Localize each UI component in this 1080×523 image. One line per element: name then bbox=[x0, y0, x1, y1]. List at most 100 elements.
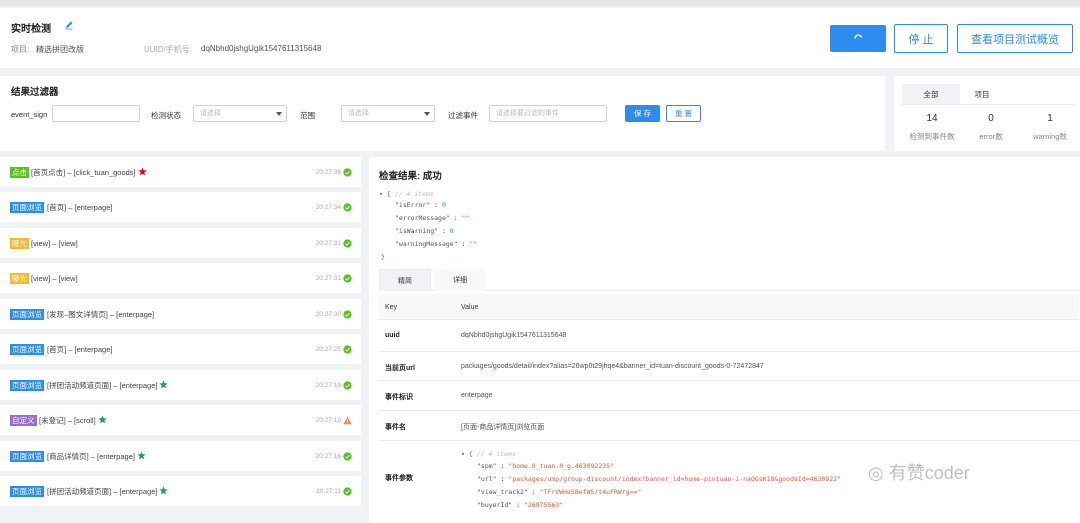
wechat-icon: ◎ bbox=[868, 463, 884, 483]
filter-event-select[interactable]: 请选择要过滤的事件 bbox=[489, 105, 607, 122]
event-name: [view] – [view] bbox=[31, 239, 78, 248]
tab-project[interactable]: 项目 bbox=[954, 84, 1010, 104]
filter-event-placeholder: 请选择要过滤的事件 bbox=[496, 110, 559, 117]
success-check-icon bbox=[343, 274, 352, 283]
uuid-label: UUID/手机号: bbox=[144, 45, 192, 54]
tab-detailed[interactable]: 详细 bbox=[435, 269, 485, 291]
event-time: 20:27:16 bbox=[315, 453, 341, 460]
green-star-icon bbox=[137, 451, 146, 462]
event-name: [首页] – [enterpage] bbox=[47, 203, 113, 212]
table-header-key: Key bbox=[385, 304, 398, 311]
event-name: [首页点击] – [click_tuan_goods] bbox=[31, 168, 136, 177]
event-sign-input[interactable] bbox=[52, 105, 140, 122]
table-row: 事件名 [页面-商品详情页]浏览页面 bbox=[379, 411, 1079, 441]
filter-panel: 结果过滤器 event_sign 检测状态 请选择 范围 请选择 过滤事件 请选… bbox=[0, 76, 885, 151]
event-name: [商品详情页] – [enterpage] bbox=[47, 452, 135, 461]
range-label: 范围 bbox=[300, 111, 315, 120]
stats-panel: 全部 项目 14 0 1 检测到事件数 error数 warning数 bbox=[894, 76, 1080, 151]
event-time: 20:27:11 bbox=[316, 488, 341, 495]
event-list-item[interactable]: 页面浏览 [首页] – [enterpage] 20:27:25 bbox=[0, 334, 361, 364]
event-list-item[interactable]: 页面浏览 [首页] – [enterpage] 20:27:34 bbox=[0, 192, 361, 222]
watermark-text: 有赞coder bbox=[888, 463, 970, 483]
success-check-icon bbox=[343, 345, 352, 354]
tab-all[interactable]: 全部 bbox=[902, 84, 960, 104]
json-open[interactable]: ▾ { // 4 items bbox=[379, 190, 434, 198]
table-row: 当前页url packages/goods/detail/index?alias… bbox=[379, 352, 1079, 381]
success-check-icon bbox=[343, 310, 352, 319]
reset-button[interactable]: 重 置 bbox=[666, 105, 701, 122]
row-key: uuid bbox=[385, 332, 400, 339]
json-close: } bbox=[381, 253, 385, 261]
event-time: 20:27:36 bbox=[315, 169, 341, 176]
tab-brief[interactable]: 精简 bbox=[379, 269, 431, 291]
row-value: packages/goods/detail/index?alias=26wp0t… bbox=[461, 363, 764, 370]
event-list-item[interactable]: 曝光 [view] – [view] 20:27:31 bbox=[0, 263, 361, 293]
param-field: "buyerId" : "26975563" bbox=[477, 501, 564, 509]
event-type-tag: 曝光 bbox=[10, 273, 29, 284]
params-open[interactable]: ▾ { // 4 items bbox=[461, 450, 516, 458]
success-check-icon bbox=[343, 452, 352, 461]
json-field: "errorMessage" : "" bbox=[395, 214, 470, 222]
event-type-tag: 页面浏览 bbox=[10, 380, 44, 391]
range-select[interactable]: 请选择 bbox=[341, 105, 435, 122]
warning-icon bbox=[343, 416, 352, 425]
events-count-label: 检测到事件数 bbox=[909, 132, 955, 141]
error-count-label: error数 bbox=[979, 132, 1003, 141]
stop-button[interactable]: 停 止 bbox=[894, 24, 948, 53]
warning-count-label: warning数 bbox=[1033, 132, 1067, 141]
row-key: 事件参数 bbox=[385, 475, 413, 482]
param-field: "spm" : "home.0_tuan.0_g.463092235" bbox=[477, 462, 614, 470]
events-count: 14 bbox=[926, 113, 938, 124]
table-row: 事件参数 ▾ { // 4 items "spm" : "home.0_tuan… bbox=[379, 441, 1079, 521]
table-row: 事件标识 enterpage bbox=[379, 381, 1079, 411]
filter-event-label: 过滤事件 bbox=[448, 111, 478, 120]
event-time: 20:27:30 bbox=[315, 311, 341, 318]
tab-divider bbox=[902, 104, 1074, 105]
event-list-item[interactable]: 页面浏览 [拼团活动频道页面] – [enterpage] 20:27:11 bbox=[0, 476, 361, 506]
status-select[interactable]: 请选择 bbox=[193, 105, 287, 122]
top-strip bbox=[0, 0, 1080, 6]
event-list-item[interactable]: 自定义 [未登记] – [scroll] 20:27:18 bbox=[0, 405, 361, 435]
event-time: 20:27:18 bbox=[315, 417, 341, 424]
save-button[interactable]: 保 存 bbox=[625, 105, 660, 122]
event-time: 20:27:34 bbox=[315, 204, 341, 211]
warning-count: 1 bbox=[1047, 113, 1053, 124]
event-name: [未登记] – [scroll] bbox=[39, 416, 96, 425]
edit-icon[interactable] bbox=[64, 20, 74, 30]
event-list-item[interactable]: 页面浏览 [拼团活动频道页面] – [enterpage] 20:27:19 bbox=[0, 370, 361, 400]
project-overview-button[interactable]: 查看项目测试概览 bbox=[957, 24, 1073, 53]
event-list-item[interactable]: 曝光 [view] – [view] 20:27:31 bbox=[0, 228, 361, 258]
event-type-tag: 自定义 bbox=[10, 415, 37, 426]
event-name: [拼团活动频道页面] – [enterpage] bbox=[47, 381, 158, 390]
status-placeholder: 请选择 bbox=[200, 110, 221, 117]
event-list-item[interactable]: 页面浏览 [发现–图文详情页] – [enterpage] 20:27:30 bbox=[0, 299, 361, 329]
green-star-icon bbox=[159, 380, 168, 391]
event-time: 20:27:25 bbox=[315, 346, 341, 353]
project-label: 项目: bbox=[11, 45, 30, 54]
event-name: [首页] – [enterpage] bbox=[47, 345, 113, 354]
success-check-icon bbox=[343, 239, 352, 248]
param-field: "url" : "packages/ump/group-discount/ind… bbox=[477, 475, 841, 483]
success-check-icon bbox=[343, 168, 352, 177]
spinner-icon bbox=[854, 34, 863, 39]
event-type-tag: 页面浏览 bbox=[10, 309, 44, 320]
row-value: dqNbhd0jshgUgik1547611315648 bbox=[461, 332, 567, 339]
page-title: 实时检测 bbox=[11, 24, 51, 35]
json-comment: // 4 items bbox=[394, 190, 434, 198]
row-value: [页面-商品详情页]浏览页面 bbox=[461, 424, 545, 431]
loading-button[interactable] bbox=[830, 25, 886, 52]
red-star-icon bbox=[138, 167, 147, 178]
event-type-tag: 页面浏览 bbox=[10, 344, 44, 355]
uuid-value: dqNbhd0jshgUgik1547611315648 bbox=[201, 44, 322, 53]
event-list-item[interactable]: 页面浏览 [商品详情页] – [enterpage] 20:27:16 bbox=[0, 441, 361, 471]
event-type-tag: 曝光 bbox=[10, 238, 29, 249]
event-name: [发现–图文详情页] – [enterpage] bbox=[47, 310, 155, 319]
event-type-tag: 页面浏览 bbox=[10, 486, 44, 497]
row-value: enterpage bbox=[461, 392, 493, 399]
success-check-icon bbox=[343, 487, 352, 496]
caret-down-icon bbox=[424, 112, 430, 116]
success-check-icon bbox=[343, 381, 352, 390]
watermark: ◎ 有赞coder bbox=[868, 459, 970, 485]
green-star-icon bbox=[159, 486, 168, 497]
event-list-item[interactable]: 点击 [首页点击] – [click_tuan_goods] 20:27:36 bbox=[0, 157, 361, 187]
